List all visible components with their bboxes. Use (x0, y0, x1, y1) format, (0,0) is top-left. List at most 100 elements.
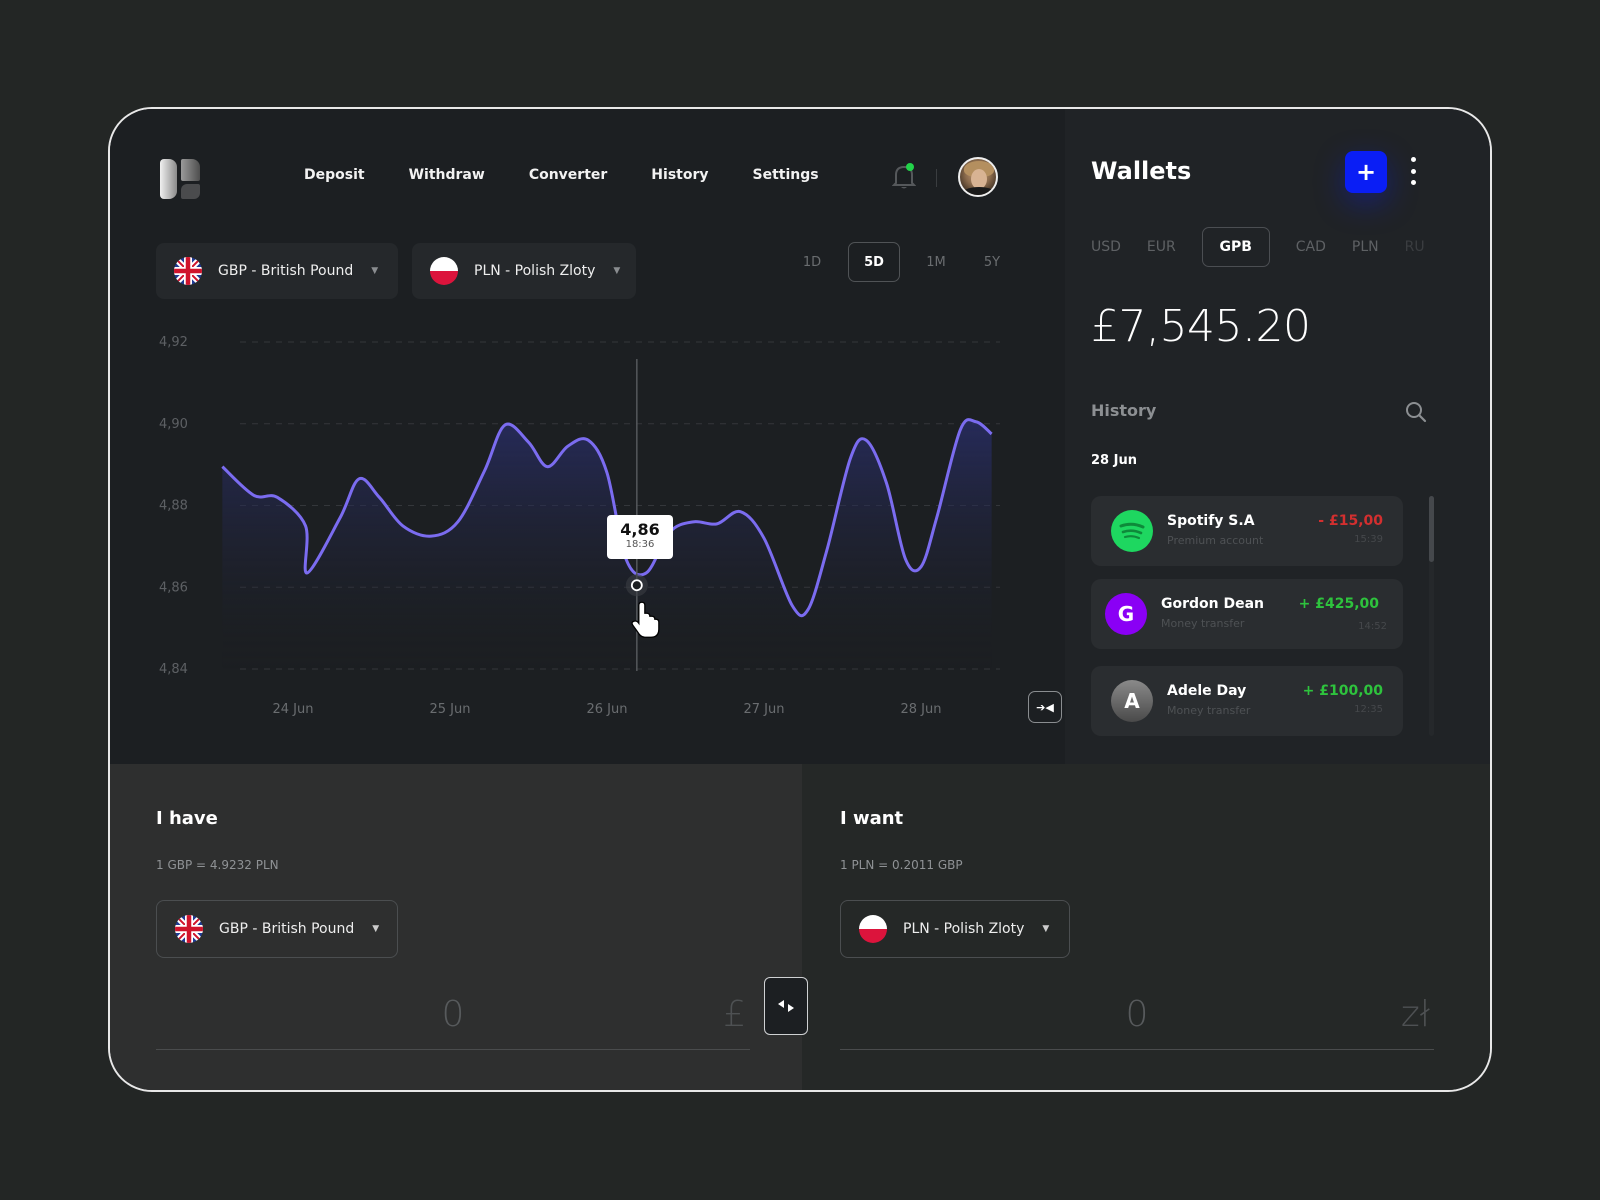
user-avatar[interactable] (958, 157, 998, 197)
from-currency-select[interactable]: GBP - British Pound ▼ (156, 243, 398, 299)
main-panel: Deposit Withdraw Converter History Setti… (110, 109, 1065, 764)
transaction-name: Adele Day (1167, 683, 1247, 699)
have-title: I have (156, 808, 218, 829)
avatar-initial: A (1111, 680, 1153, 722)
transaction-name: Spotify S.A (1167, 513, 1255, 529)
want-currency-symbol: zł (1400, 994, 1430, 1035)
chevron-down-icon: ▼ (371, 266, 379, 276)
avatar-initial: G (1105, 593, 1147, 635)
want-currency-select[interactable]: PLN - Polish Zloty ▼ (840, 900, 1070, 958)
chart-tooltip: 4,86 18:36 (607, 515, 673, 559)
have-amount-value: 0 (441, 994, 465, 1035)
tab-usd[interactable]: USD (1091, 227, 1121, 267)
top-nav: Deposit Withdraw Converter History Setti… (304, 167, 863, 183)
want-title: I want (840, 808, 904, 829)
want-amount-input[interactable]: 0 zł (840, 990, 1434, 1050)
range-5d[interactable]: 5D (848, 242, 900, 282)
want-currency-label: PLN - Polish Zloty (903, 921, 1025, 937)
x-tick-label: 26 Jun (587, 702, 628, 717)
tab-gpb[interactable]: GPB (1201, 227, 1270, 267)
search-icon[interactable] (1405, 401, 1427, 423)
rate-chart[interactable]: 4,92 4,90 4,88 4,86 4,84 24 Jun 25 Jun 26 Jun 2… (110, 309, 1065, 729)
x-tick-label: 28 Jun (901, 702, 942, 717)
y-tick-label: 4,88 (159, 499, 188, 514)
collapse-panel-button[interactable]: ➔◀ (1028, 691, 1062, 723)
to-currency-label: PLN - Polish Zloty (474, 263, 596, 279)
transaction-name: Gordon Dean (1161, 596, 1265, 612)
transaction-row[interactable]: Spotify S.A Premium account - £15,00 15:… (1091, 496, 1403, 566)
tab-eur[interactable]: EUR (1147, 227, 1176, 267)
pl-flag-icon (430, 257, 458, 285)
x-tick-label: 27 Jun (744, 702, 785, 717)
have-currency-symbol: £ (723, 994, 746, 1035)
nav-withdraw[interactable]: Withdraw (409, 167, 485, 183)
transaction-sub: Money transfer (1167, 704, 1251, 717)
transaction-row[interactable]: G Gordon Dean Money transfer + £425,00 1… (1091, 579, 1403, 649)
y-tick-label: 4,86 (159, 580, 188, 595)
nav-settings[interactable]: Settings (753, 167, 819, 183)
transaction-amount: + £425,00 (1298, 596, 1379, 612)
transaction-time: 14:52 (1358, 621, 1387, 632)
plus-icon: + (1355, 158, 1377, 186)
hover-point[interactable] (630, 579, 643, 592)
currency-tabs: USD EUR GPB CAD PLN RU (1091, 227, 1451, 267)
transaction-amount: + £100,00 (1302, 683, 1383, 699)
range-5y[interactable]: 5Y (972, 242, 1012, 282)
range-1d[interactable]: 1D (786, 242, 838, 282)
app-frame: Deposit Withdraw Converter History Setti… (108, 107, 1492, 1092)
divider (936, 169, 937, 187)
history-date: 28 Jun (1091, 453, 1137, 468)
nav-converter[interactable]: Converter (529, 167, 607, 183)
tab-ru[interactable]: RU (1405, 227, 1425, 267)
wallet-balance: £7,545.20 (1091, 301, 1311, 352)
have-amount-input[interactable]: 0 £ (156, 990, 750, 1050)
transaction-sub: Premium account (1167, 534, 1264, 547)
y-tick-label: 4,92 (159, 335, 188, 350)
wallets-panel: Wallets + USD EUR GPB CAD PLN RU £7,545.… (1065, 109, 1490, 764)
have-rate: 1 GBP = 4.9232 PLN (156, 858, 279, 872)
history-scrollbar[interactable] (1429, 496, 1434, 736)
tooltip-value: 4,86 (620, 520, 660, 539)
want-rate: 1 PLN = 0.2011 GBP (840, 858, 963, 872)
logo (160, 159, 200, 199)
scrollbar-thumb[interactable] (1429, 496, 1434, 562)
tab-pln[interactable]: PLN (1352, 227, 1379, 267)
chevron-down-icon: ▼ (1042, 924, 1050, 934)
range-selector: 1D 5D 1M 5Y (786, 242, 1022, 282)
have-currency-label: GBP - British Pound (219, 921, 355, 937)
nav-history[interactable]: History (651, 167, 708, 183)
tab-cad[interactable]: CAD (1296, 227, 1326, 267)
arrows-inward-icon: ➔◀ (1036, 700, 1054, 714)
wallets-title: Wallets (1091, 157, 1192, 185)
x-tick-label: 24 Jun (273, 702, 314, 717)
swap-currencies-button[interactable] (764, 977, 808, 1035)
pl-flag-icon (859, 915, 887, 943)
y-tick-label: 4,90 (159, 417, 188, 432)
add-wallet-button[interactable]: + (1345, 151, 1387, 193)
spotify-logo-icon (1111, 510, 1153, 552)
transaction-row[interactable]: A Adele Day Money transfer + £100,00 12:… (1091, 666, 1403, 736)
y-tick-label: 4,84 (159, 662, 188, 677)
nav-deposit[interactable]: Deposit (304, 167, 365, 183)
tooltip-time: 18:36 (625, 539, 655, 550)
notification-bell-icon[interactable] (891, 163, 917, 191)
x-tick-label: 25 Jun (430, 702, 471, 717)
converter-want-panel: I want 1 PLN = 0.2011 GBP PLN - Polish Z… (802, 764, 1490, 1090)
want-amount-value: 0 (1125, 994, 1149, 1035)
to-currency-select[interactable]: PLN - Polish Zloty ▼ (412, 243, 636, 299)
chevron-down-icon: ▼ (372, 924, 380, 934)
transaction-sub: Money transfer (1161, 617, 1245, 630)
transaction-time: 12:35 (1354, 704, 1383, 715)
chevron-down-icon: ▼ (613, 266, 621, 276)
more-options-icon[interactable] (1405, 157, 1421, 185)
range-1m[interactable]: 1M (910, 242, 962, 282)
from-currency-label: GBP - British Pound (218, 263, 354, 279)
uk-flag-icon (174, 257, 202, 285)
history-title: History (1091, 401, 1157, 420)
transaction-time: 15:39 (1354, 534, 1383, 545)
have-currency-select[interactable]: GBP - British Pound ▼ (156, 900, 398, 958)
swap-arrows-icon (778, 1000, 794, 1012)
notification-dot (906, 163, 914, 171)
transaction-amount: - £15,00 (1318, 513, 1383, 529)
converter-have-panel: I have 1 GBP = 4.9232 PLN GBP - British … (110, 764, 802, 1090)
